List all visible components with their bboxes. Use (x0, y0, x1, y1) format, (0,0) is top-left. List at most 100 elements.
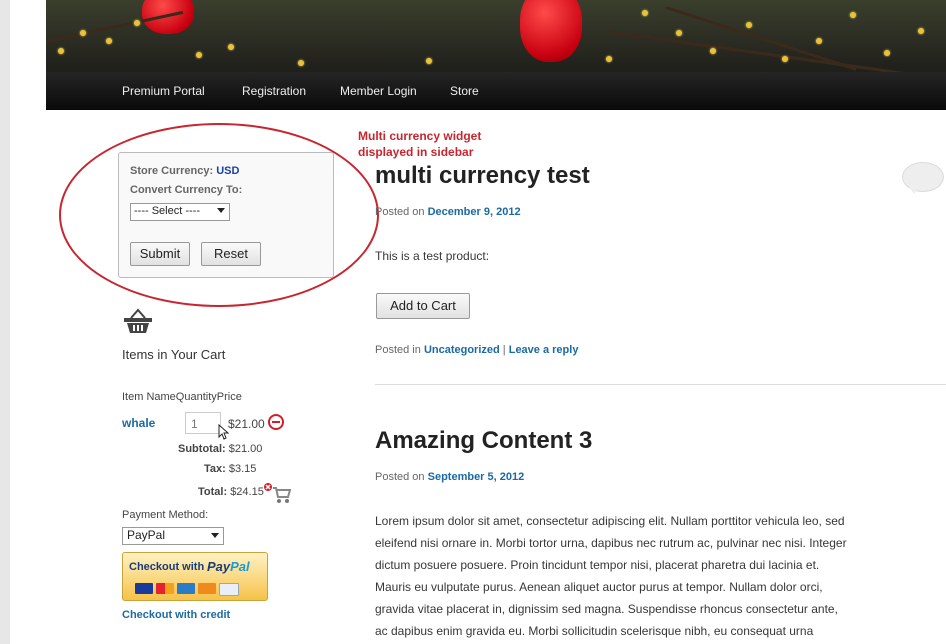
header-price: Price (216, 391, 242, 403)
header-banner-image (46, 0, 946, 72)
posted-on-label: Posted on (375, 471, 425, 483)
total-label: Total: (198, 486, 228, 498)
amex-card-icon (177, 583, 195, 594)
paypal-card-icon (219, 583, 239, 596)
nav-item-member-login[interactable]: Member Login (340, 84, 417, 98)
subtotal-value: $21.00 (228, 443, 263, 455)
nav-item-registration[interactable]: Registration (242, 84, 306, 98)
convert-currency-select[interactable]: ---- Select ---- (130, 203, 230, 221)
add-to-cart-button[interactable]: Add to Cart (376, 293, 470, 319)
nav-item-premium-portal[interactable]: Premium Portal (122, 84, 205, 98)
empty-cart-icon[interactable] (263, 482, 291, 504)
subtotal-label: Subtotal: (178, 443, 226, 455)
card-logos (135, 583, 239, 596)
blossom-decoration (918, 28, 924, 34)
blossom-decoration (196, 52, 202, 58)
main-navigation: Premium Portal Registration Member Login… (46, 72, 946, 110)
post-title[interactable]: Amazing Content 3 (375, 427, 592, 455)
body-line: Lorem ipsum dolor sit amet, consectetur … (375, 514, 845, 528)
body-line: Mauris eu vulputate purus. Aenean alique… (375, 580, 823, 594)
tax-row: Tax: $3.15 (204, 463, 256, 475)
paypal-logo-part: Pay (207, 559, 231, 574)
payment-select-value: PayPal (127, 528, 166, 542)
blossom-decoration (134, 20, 140, 26)
category-link[interactable]: Uncategorized (424, 344, 500, 356)
blossom-decoration (298, 60, 304, 66)
basket-icon (124, 308, 152, 333)
paypal-logo: PayPal (207, 559, 250, 574)
visa-card-icon (135, 583, 153, 594)
cart-item-name[interactable]: whale (122, 416, 155, 430)
total-value: $24.15 (230, 486, 264, 498)
submit-button[interactable]: Submit (130, 242, 190, 266)
left-rail (0, 0, 10, 644)
comment-bubble-icon[interactable] (902, 162, 944, 194)
blossom-decoration (884, 50, 890, 56)
total-row: Total: $24.15 (198, 486, 264, 498)
paypal-checkout-button[interactable]: Checkout with PayPal (122, 552, 268, 601)
blossom-decoration (228, 44, 234, 50)
cart-item-price: $21.00 (228, 417, 265, 431)
post-body: This is a test product: (375, 249, 490, 263)
store-currency-label: Store Currency: (130, 165, 214, 177)
store-currency-value: USD (216, 165, 240, 177)
post-date-link[interactable]: December 9, 2012 (428, 206, 521, 218)
payment-method-label: Payment Method: (122, 509, 209, 521)
select-value: ---- Select ---- (134, 205, 200, 217)
leave-reply-link[interactable]: Leave a reply (509, 344, 579, 356)
post-meta: Posted on December 9, 2012 (375, 206, 521, 218)
blossom-decoration (642, 10, 648, 16)
post-body: Lorem ipsum dolor sit amet, consectetur … (375, 510, 941, 642)
multi-currency-widget: Store Currency: USD Convert Currency To:… (118, 152, 334, 278)
post-divider (375, 384, 946, 385)
tax-value: $3.15 (228, 463, 257, 475)
body-line: eleifend nisi ornare in. Morbi tortor ur… (375, 536, 847, 550)
branch-decoration (665, 6, 857, 71)
posted-in-label: Posted in (375, 344, 421, 356)
dropdown-arrow-icon (217, 208, 225, 213)
branch-decoration (605, 30, 943, 72)
body-line: ac dapibus enim gravida eu. Morbi sollic… (375, 624, 814, 638)
blossom-decoration (106, 38, 112, 44)
blossom-decoration (80, 30, 86, 36)
discover-card-icon (198, 583, 216, 594)
body-line: gravida vitae placerat in, dignissim sed… (375, 602, 838, 616)
lantern-decoration (520, 0, 582, 62)
blossom-decoration (606, 56, 612, 62)
nav-item-store[interactable]: Store (450, 84, 479, 98)
cart-title: Items in Your Cart (122, 347, 226, 362)
annotation-line: Multi currency widget (358, 129, 482, 143)
cart-header-row: Item NameQuantityPrice (122, 391, 242, 403)
blossom-decoration (850, 12, 856, 18)
checkout-with-credit-link[interactable]: Checkout with credit (122, 609, 230, 621)
payment-method-select[interactable]: PayPal (122, 527, 224, 545)
header-quantity: Quantity (175, 391, 217, 403)
separator: | (502, 344, 506, 356)
quantity-input[interactable]: 1 (185, 412, 221, 434)
blossom-decoration (426, 58, 432, 64)
tax-label: Tax: (204, 463, 226, 475)
mastercard-icon (156, 583, 174, 594)
blossom-decoration (782, 56, 788, 62)
blossom-decoration (676, 30, 682, 36)
body-line: dictum posuere posuere. Proin tincidunt … (375, 558, 820, 572)
remove-item-icon[interactable] (268, 414, 284, 430)
blossom-decoration (746, 22, 752, 28)
convert-currency-label: Convert Currency To: (130, 184, 243, 196)
post-footer: Posted in Uncategorized | Leave a reply (375, 344, 578, 356)
reset-button[interactable]: Reset (201, 242, 261, 266)
paypal-button-text: Checkout with (129, 561, 205, 573)
header-item-name: Item Name (122, 391, 176, 403)
blossom-decoration (816, 38, 822, 44)
posted-on-label: Posted on (375, 206, 425, 218)
dropdown-arrow-icon (211, 533, 219, 538)
post-date-link[interactable]: September 5, 2012 (428, 471, 525, 483)
annotation-line: displayed in sidebar (358, 145, 474, 159)
post-meta: Posted on September 5, 2012 (375, 471, 524, 483)
subtotal-row: Subtotal: $21.00 (178, 443, 262, 455)
post-title[interactable]: multi currency test (375, 162, 590, 190)
paypal-logo-part: Pal (230, 559, 250, 574)
left-gutter (10, 0, 46, 644)
blossom-decoration (58, 48, 64, 54)
blossom-decoration (710, 48, 716, 54)
